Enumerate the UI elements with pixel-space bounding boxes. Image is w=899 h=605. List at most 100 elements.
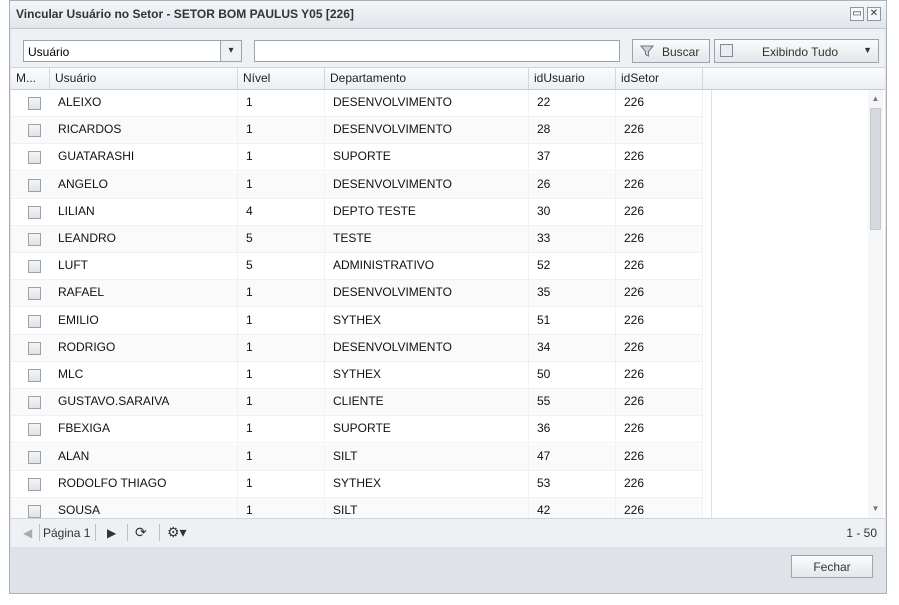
cell-departamento: ADMINISTRATIVO <box>325 253 529 281</box>
table-row[interactable]: MLC 1 SYTHEX 50 226 <box>11 362 703 389</box>
column-header-idusuario[interactable]: idUsuario <box>529 68 616 89</box>
cell-usuario: ANGELO <box>50 171 238 199</box>
row-checkbox[interactable] <box>28 124 41 138</box>
cell-departamento: SUPORTE <box>325 416 529 444</box>
scrollbar-thumb[interactable] <box>870 108 881 230</box>
column-header-usuario[interactable]: Usuário <box>50 68 238 89</box>
grid-body: ALEIXO 1 DESENVOLVIMENTO 22 226 RICARDOS 1 DESE… <box>11 90 866 518</box>
gear-icon[interactable]: ⚙▾ <box>167 524 187 541</box>
table-row[interactable]: RODOLFO THIAGO 1 SYTHEX 53 226 <box>11 470 703 498</box>
scroll-up-icon[interactable]: ▲ <box>871 95 880 103</box>
table-row[interactable]: RICARDOS 1 DESENVOLVIMENTO 28 226 <box>11 117 703 145</box>
cell-usuario: ALAN <box>50 443 238 471</box>
cell-nivel: 1 <box>238 498 325 518</box>
separator <box>127 524 128 541</box>
field-select[interactable]: Usuário ▾ <box>23 40 242 62</box>
row-checkbox[interactable] <box>28 423 41 437</box>
table-row[interactable]: FBEXIGA 1 SUPORTE 36 226 <box>11 416 703 444</box>
table-row[interactable]: LEANDRO 5 TESTE 33 226 <box>11 226 703 253</box>
column-header-idsetor[interactable]: idSetor <box>616 68 703 89</box>
next-page-icon[interactable]: ▶ <box>107 526 116 540</box>
cell-idsetor: 226 <box>616 470 703 498</box>
table-row[interactable]: EMILIO 1 SYTHEX 51 226 <box>11 307 703 335</box>
table-row[interactable]: ALEIXO 1 DESENVOLVIMENTO 22 226 <box>11 90 703 117</box>
cell-idusuario: 51 <box>529 307 616 335</box>
cell-idusuario: 33 <box>529 226 616 253</box>
cell-usuario: MLC <box>50 362 238 389</box>
scroll-down-icon[interactable]: ▼ <box>871 505 880 513</box>
row-checkbox[interactable] <box>28 151 41 165</box>
row-checkbox[interactable] <box>28 505 41 518</box>
table-row[interactable]: ANGELO 1 DESENVOLVIMENTO 26 226 <box>11 171 703 199</box>
close-button[interactable]: Fechar <box>791 555 873 578</box>
users-grid: M... Usuário Nível Departamento idUsuari… <box>11 68 885 518</box>
cell-idsetor: 226 <box>616 443 703 471</box>
table-row[interactable]: LUFT 5 ADMINISTRATIVO 52 226 <box>11 253 703 281</box>
cell-usuario: LEANDRO <box>50 226 238 253</box>
column-header-mark[interactable]: M... <box>11 68 50 89</box>
table-row[interactable]: GUATARASHI 1 SUPORTE 37 226 <box>11 144 703 172</box>
dialog-window: Vincular Usuário no Setor - SETOR BOM PA… <box>9 0 887 594</box>
cell-usuario: GUSTAVO.SARAIVA <box>50 389 238 417</box>
maximize-icon[interactable]: ▭ <box>850 7 864 21</box>
cell-departamento: DESENVOLVIMENTO <box>325 117 529 145</box>
row-checkbox[interactable] <box>28 233 41 246</box>
search-button-label: Buscar <box>662 45 700 59</box>
cell-nivel: 1 <box>238 470 325 498</box>
row-checkbox[interactable] <box>28 477 41 491</box>
cell-departamento: SILT <box>325 443 529 471</box>
cell-idsetor: 226 <box>616 334 703 362</box>
grid-header: M... Usuário Nível Departamento idUsuari… <box>11 68 885 90</box>
search-input[interactable] <box>254 40 620 62</box>
display-filter-button[interactable]: Exibindo Tudo ▼ <box>714 39 879 63</box>
cell-usuario: RODRIGO <box>50 334 238 362</box>
row-checkbox[interactable] <box>28 314 41 328</box>
cell-usuario: ALEIXO <box>50 90 238 117</box>
cell-departamento: CLIENTE <box>325 389 529 417</box>
cell-departamento: SUPORTE <box>325 144 529 172</box>
row-checkbox[interactable] <box>28 341 41 355</box>
cell-idsetor: 226 <box>616 253 703 281</box>
table-row[interactable]: RAFAEL 1 DESENVOLVIMENTO 35 226 <box>11 280 703 308</box>
prev-page-icon[interactable]: ◀ <box>23 526 32 540</box>
column-header-nivel[interactable]: Nível <box>238 68 325 89</box>
table-row[interactable]: GUSTAVO.SARAIVA 1 CLIENTE 55 226 <box>11 389 703 417</box>
cell-idsetor: 226 <box>616 498 703 518</box>
cell-departamento: DESENVOLVIMENTO <box>325 334 529 362</box>
row-checkbox[interactable] <box>28 450 41 464</box>
cell-departamento: SYTHEX <box>325 362 529 389</box>
row-checkbox[interactable] <box>28 369 41 382</box>
row-checkbox[interactable] <box>28 260 41 274</box>
table-row[interactable]: LILIAN 4 DEPTO TESTE 30 226 <box>11 198 703 226</box>
page-indicator: Página 1 <box>43 526 91 540</box>
chevron-down-icon: ▼ <box>863 45 872 55</box>
cell-nivel: 1 <box>238 334 325 362</box>
chevron-down-icon[interactable]: ▾ <box>220 41 241 61</box>
cell-departamento: DEPTO TESTE <box>325 198 529 226</box>
row-checkbox[interactable] <box>28 287 41 301</box>
column-header-departamento[interactable]: Departamento <box>325 68 529 89</box>
cell-idusuario: 52 <box>529 253 616 281</box>
row-checkbox[interactable] <box>28 178 41 192</box>
cell-usuario: RAFAEL <box>50 280 238 308</box>
cell-departamento: SYTHEX <box>325 307 529 335</box>
cell-idusuario: 53 <box>529 470 616 498</box>
close-icon[interactable]: ✕ <box>867 7 881 21</box>
row-checkbox[interactable] <box>28 205 41 219</box>
row-checkbox[interactable] <box>28 97 41 110</box>
table-row[interactable]: SOUSA 1 SILT 42 226 <box>11 498 703 518</box>
separator <box>159 524 160 541</box>
search-button[interactable]: Buscar <box>632 39 710 63</box>
refresh-icon[interactable]: ⟳ <box>135 524 147 541</box>
title-bar[interactable]: Vincular Usuário no Setor - SETOR BOM PA… <box>10 1 886 29</box>
row-checkbox[interactable] <box>28 396 41 410</box>
cell-idusuario: 37 <box>529 144 616 172</box>
cell-idsetor: 226 <box>616 389 703 417</box>
cell-idusuario: 47 <box>529 443 616 471</box>
separator <box>39 524 40 541</box>
vertical-scrollbar[interactable]: ▲ ▼ <box>868 90 883 518</box>
cell-departamento: DESENVOLVIMENTO <box>325 171 529 199</box>
table-row[interactable]: RODRIGO 1 DESENVOLVIMENTO 34 226 <box>11 334 703 362</box>
table-row[interactable]: ALAN 1 SILT 47 226 <box>11 443 703 471</box>
cell-nivel: 5 <box>238 226 325 253</box>
